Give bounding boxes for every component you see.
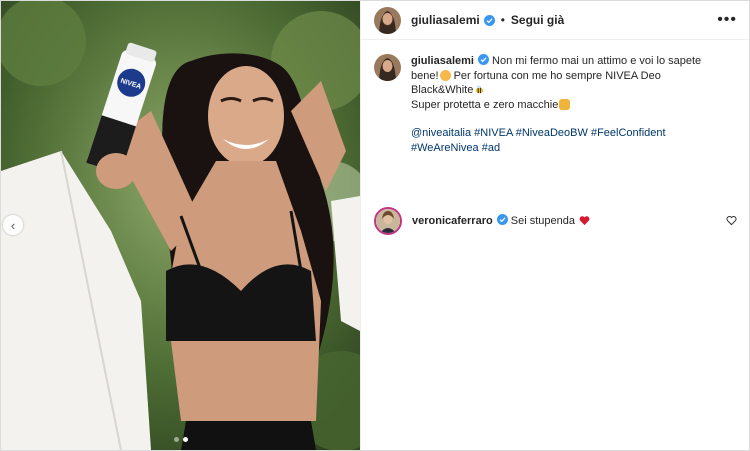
header-separator: • [500,13,505,27]
author-avatar[interactable] [374,6,401,34]
carousel-indicator [1,437,360,442]
caption-text: giuliasalemi Non mi fermo mai un attimo … [411,54,711,156]
caption-avatar[interactable] [374,54,401,81]
more-options-icon[interactable]: ••• [717,11,737,29]
caption-line-3: Black&White [411,84,474,97]
grinning-emoji-icon [439,69,451,81]
hashtag-link[interactable]: #NiveaDeoBW [516,127,588,139]
red-heart-emoji-icon [579,216,590,226]
hashtag-link[interactable]: #WeAreNivea [411,142,479,154]
carousel-dot-active [182,437,188,442]
commenter-username[interactable]: veronicaferraro [412,215,493,227]
comment-body: Sei stupenda [510,215,575,228]
hashtag-link[interactable]: #ad [482,142,500,154]
caption-line-2a: bene! [411,69,439,82]
verified-badge-icon [477,54,489,65]
caption-line-2b: Per fortuna con me ho sempre NIVEA Deo [450,69,661,82]
avatar-image [376,208,400,233]
verified-badge-icon [496,214,508,226]
comments-area: giuliasalemi Non mi fermo mai un attimo … [361,40,749,450]
author-username[interactable]: giuliasalemi [411,13,480,27]
like-comment-heart-icon[interactable] [726,215,737,226]
hashtag-link[interactable]: #NIVEA [474,127,513,139]
mention-link[interactable]: @niveaitalia [411,127,471,139]
comment-row: veronicaferraro Sei stupenda [374,206,737,235]
post-caption: giuliasalemi Non mi fermo mai un attimo … [374,54,735,156]
post-image[interactable]: NIVEA ‹ [1,1,360,450]
bee-emoji-icon [476,85,484,94]
caption-username[interactable]: giuliasalemi [411,55,474,67]
chevron-left-icon: ‹ [10,217,16,233]
carousel-dot [173,437,179,442]
instagram-post: NIVEA ‹ giuliasalemi • Segui già ••• giu… [0,0,750,451]
commenter-avatar[interactable] [374,206,402,235]
avatar-image [374,54,401,81]
comment-text: veronicaferraro Sei stupenda [412,214,590,227]
post-header: giuliasalemi • Segui già ••• [361,1,749,40]
caption-line-4: Super protetta e zero macchie [411,98,559,111]
hand-emoji-icon [559,98,571,110]
hashtag-list: @niveaitalia #NIVEA #NiveaDeoBW #FeelCon… [411,126,711,155]
post-sidebar: giuliasalemi • Segui già ••• giuliasalem… [360,1,749,450]
caption-line-1: Non mi fermo mai un attimo e voi lo sape… [492,55,702,67]
verified-badge-icon [483,14,495,26]
carousel-prev-button[interactable]: ‹ [3,215,23,235]
following-button[interactable]: Segui già [511,13,564,27]
hashtag-link[interactable]: #FeelConfident [591,127,666,139]
photo-illustration: NIVEA [1,1,360,450]
avatar-image [374,6,401,34]
